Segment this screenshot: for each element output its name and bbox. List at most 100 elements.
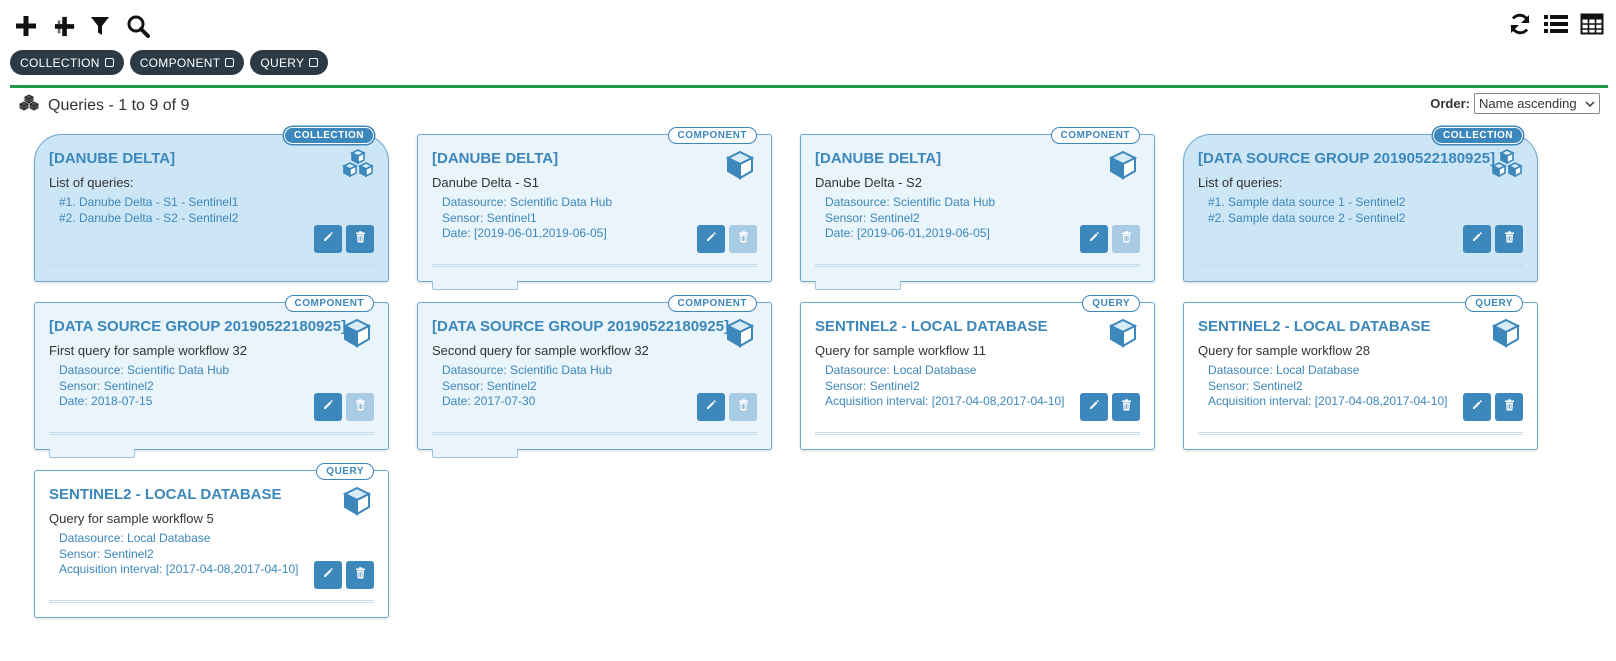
card-title[interactable]: [DATA SOURCE GROUP 20190522180925] (49, 318, 346, 335)
card-description: Query for sample workflow 28 (1198, 343, 1370, 358)
card-footer (1198, 264, 1523, 267)
query-card[interactable]: COLLECTION [DATA SOURCE GROUP 20190522180… (1182, 126, 1538, 282)
query-card[interactable]: COLLECTION [DANUBE DELTA] List of queries:… (33, 126, 389, 282)
card-detail-line: Date: 2017-07-30 (442, 394, 536, 408)
cube-icon (723, 149, 757, 181)
card-details: Datasource: Local Database Sensor: Sentin… (825, 363, 1064, 410)
card-details: Datasource: Local Database Sensor: Sentin… (1208, 363, 1447, 410)
delete-button[interactable] (1495, 393, 1523, 421)
pencil-icon (322, 566, 334, 584)
card-actions (1080, 225, 1140, 253)
edit-button[interactable] (697, 393, 725, 421)
card-detail-line: Date: [2019-06-01,2019-06-05] (825, 226, 990, 240)
card-footer (49, 264, 374, 267)
component-stack-foot (49, 449, 135, 458)
edit-button[interactable] (1463, 393, 1491, 421)
card-detail-line: Sensor: Sentinel2 (825, 378, 920, 393)
card-details: Datasource: Scientific Data Hub Sensor: S… (59, 363, 229, 410)
card-type-badge: COMPONENT (667, 127, 757, 144)
card-title[interactable]: SENTINEL2 - LOCAL DATABASE (49, 486, 282, 503)
checkbox-icon (225, 58, 235, 67)
card-title[interactable]: SENTINEL2 - LOCAL DATABASE (815, 318, 1048, 335)
delete-button[interactable] (1495, 225, 1523, 253)
card-title[interactable]: [DANUBE DELTA] (815, 150, 941, 167)
trash-icon (738, 398, 749, 416)
card-detail-line: #2. Danube Delta - S2 - Sentinel2 (59, 210, 239, 225)
edit-button[interactable] (314, 393, 342, 421)
tag-component[interactable]: COMPONENT (129, 50, 245, 75)
pencil-icon (322, 230, 334, 248)
card-actions (314, 393, 374, 421)
card-detail-line: Sensor: Sentinel2 (825, 210, 920, 225)
edit-button[interactable] (1080, 225, 1108, 253)
trash-icon (738, 230, 749, 248)
collection-tab-ear (33, 126, 146, 146)
tag-collection[interactable]: COLLECTION (10, 50, 124, 75)
pencil-icon (705, 398, 717, 416)
filter-icon[interactable] (86, 12, 114, 40)
delete-button[interactable] (346, 225, 374, 253)
card-title[interactable]: SENTINEL2 - LOCAL DATABASE (1198, 318, 1431, 335)
card-title[interactable]: [DANUBE DELTA] (49, 150, 175, 167)
card-actions (1463, 393, 1523, 421)
card-description: Danube Delta - S1 (432, 175, 539, 190)
query-card[interactable]: QUERY SENTINEL2 - LOCAL DATABASE Query for… (34, 463, 389, 618)
delete-button[interactable] (346, 561, 374, 589)
component-stack-foot (432, 449, 518, 458)
query-card[interactable]: COMPONENT [DATA SOURCE GROUP 201905221809… (34, 295, 389, 458)
cube-icon (1106, 317, 1140, 349)
table-view-icon[interactable] (1578, 10, 1606, 38)
card-description: Danube Delta - S2 (815, 175, 922, 190)
list-title: Queries - 1 to 9 of 9 (48, 96, 190, 114)
search-icon[interactable] (124, 12, 152, 40)
card-detail-line: Sensor: Sentinel1 (442, 210, 537, 225)
trash-icon (1504, 230, 1515, 248)
pencil-icon (1088, 398, 1100, 416)
delete-button[interactable] (1112, 393, 1140, 421)
card-actions (314, 561, 374, 589)
component-stack-foot (432, 281, 518, 290)
refresh-icon[interactable] (1506, 10, 1534, 38)
edit-button[interactable] (314, 225, 342, 253)
card-detail-line: #1. Danube Delta - S1 - Sentinel1 (59, 195, 239, 209)
edit-button[interactable] (697, 225, 725, 253)
collection-tab-ear (1182, 126, 1295, 146)
main-toolbar (12, 10, 152, 42)
card-footer (815, 432, 1140, 435)
card-description: Second query for sample workflow 32 (432, 343, 649, 358)
card-footer (49, 600, 374, 603)
edit-button[interactable] (314, 561, 342, 589)
card-type-badge: QUERY (1465, 295, 1523, 312)
card-description: Query for sample workflow 5 (49, 511, 214, 526)
pencil-icon (705, 230, 717, 248)
query-card[interactable]: COMPONENT [DANUBE DELTA] Danube Delta - S1… (417, 127, 772, 290)
chevron-down-icon (1585, 96, 1595, 111)
card-detail-line: Datasource: Scientific Data Hub (59, 363, 230, 377)
order-select[interactable]: Name ascending (1474, 93, 1600, 114)
tag-query[interactable]: QUERY (250, 50, 329, 75)
plus-cross-icon[interactable] (54, 12, 76, 40)
card-detail-line: #1. Sample data source 1 - Sentinel2 (1208, 195, 1406, 209)
card-title[interactable]: [DATA SOURCE GROUP 20190522180925] (432, 318, 729, 335)
card-details: Datasource: Local Database Sensor: Sentin… (59, 531, 298, 578)
card-title[interactable]: [DATA SOURCE GROUP 20190522180925] (1198, 150, 1495, 167)
card-title[interactable]: [DANUBE DELTA] (432, 150, 558, 167)
tag-label: COLLECTION (20, 55, 100, 70)
card-footer (432, 264, 757, 267)
card-detail-line: Sensor: Sentinel2 (59, 546, 154, 561)
trash-icon (355, 398, 366, 416)
card-detail-line: Sensor: Sentinel2 (442, 378, 537, 393)
pencil-icon (1471, 398, 1483, 416)
query-card[interactable]: QUERY SENTINEL2 - LOCAL DATABASE Query for… (800, 295, 1155, 450)
edit-button[interactable] (1080, 393, 1108, 421)
edit-button[interactable] (1463, 225, 1491, 253)
query-card[interactable]: COMPONENT [DATA SOURCE GROUP 201905221809… (417, 295, 772, 458)
query-card[interactable]: QUERY SENTINEL2 - LOCAL DATABASE Query for… (1183, 295, 1538, 450)
card-detail-line: Datasource: Scientific Data Hub (442, 195, 613, 209)
list-view-icon[interactable] (1542, 10, 1570, 38)
card-type-badge: COMPONENT (1050, 127, 1140, 144)
query-card[interactable]: COMPONENT [DANUBE DELTA] Danube Delta - S2… (800, 127, 1155, 290)
card-detail-line: Acquisition interval: [2017-04-08,2017-0… (825, 394, 1065, 408)
plus-icon[interactable] (12, 12, 40, 40)
cubes-icon (1489, 149, 1523, 181)
